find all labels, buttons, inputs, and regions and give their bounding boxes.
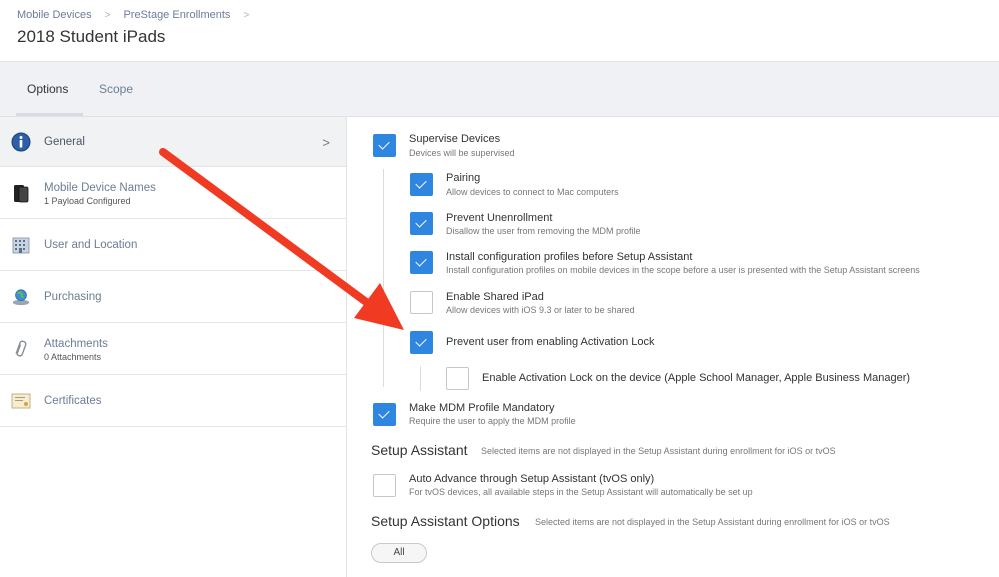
- option-label: Supervise Devices: [409, 133, 501, 145]
- option-label: Pairing: [446, 172, 481, 184]
- option-sublabel: Install configuration profiles on mobile…: [446, 265, 920, 275]
- pairing-checkbox[interactable]: [410, 173, 433, 196]
- sidebar-item-attachments[interactable]: Attachments 0 Attachments: [0, 324, 346, 375]
- tab-options[interactable]: Options: [27, 82, 68, 96]
- setup-assistant-options-description: Selected items are not displayed in the …: [535, 517, 890, 527]
- sidebar-item-sublabel: 0 Attachments: [44, 352, 102, 362]
- chevron-right-icon: >: [322, 135, 330, 150]
- breadcrumb-prestage-enrollments[interactable]: PreStage Enrollments: [123, 9, 230, 21]
- setup-assistant-description: Selected items are not displayed in the …: [481, 446, 836, 456]
- breadcrumb-chevron-icon: >: [104, 9, 111, 21]
- breadcrumb: Mobile Devices > PreStage Enrollments >: [17, 9, 262, 21]
- option-label: Install configuration profiles before Se…: [446, 251, 693, 263]
- options-panel: Supervise Devices Devices will be superv…: [348, 117, 999, 577]
- option-label: Prevent Unenrollment: [446, 212, 553, 224]
- active-tab-indicator: [16, 113, 83, 116]
- sidebar-item-label: Mobile Device Names: [44, 182, 156, 194]
- option-sublabel: Allow devices with iOS 9.3 or later to b…: [446, 305, 635, 315]
- option-sublabel: Allow devices to connect to Mac computer…: [446, 187, 619, 197]
- sidebar-item-label: General: [44, 136, 85, 148]
- supervise-devices-checkbox[interactable]: [373, 134, 396, 157]
- option-sublabel: Disallow the user from removing the MDM …: [446, 226, 641, 236]
- option-label: Enable Shared iPad: [446, 291, 544, 303]
- sidebar: General > Mobile Device Names 1 Payload …: [0, 117, 347, 577]
- tree-connector-line: [420, 366, 421, 391]
- prevent-activation-lock-checkbox[interactable]: [410, 331, 433, 354]
- tab-bar: Options Scope: [0, 62, 999, 117]
- mdm-profile-mandatory-checkbox[interactable]: [373, 403, 396, 426]
- option-sublabel: Require the user to apply the MDM profil…: [409, 416, 576, 426]
- setup-assistant-options-heading: Setup Assistant Options: [371, 513, 520, 529]
- sidebar-item-label: Certificates: [44, 395, 102, 407]
- building-icon: [11, 235, 31, 255]
- option-label: Make MDM Profile Mandatory: [409, 402, 555, 414]
- option-label: Auto Advance through Setup Assistant (tv…: [409, 473, 655, 485]
- page-title: 2018 Student iPads: [17, 27, 166, 46]
- option-sublabel: Devices will be supervised: [409, 148, 515, 158]
- info-icon: [11, 132, 31, 152]
- sidebar-item-purchasing[interactable]: Purchasing: [0, 272, 346, 323]
- sidebar-item-label: Attachments: [44, 338, 108, 350]
- enable-shared-ipad-checkbox[interactable]: [410, 291, 433, 314]
- select-all-button[interactable]: All: [371, 543, 427, 563]
- auto-advance-checkbox[interactable]: [373, 474, 396, 497]
- option-label: Prevent user from enabling Activation Lo…: [446, 336, 655, 348]
- sidebar-item-general[interactable]: General >: [0, 117, 346, 167]
- option-label: Enable Activation Lock on the device (Ap…: [482, 372, 911, 384]
- mobile-device-icon: [11, 184, 31, 204]
- sidebar-item-mobile-device-names[interactable]: Mobile Device Names 1 Payload Configured: [0, 168, 346, 219]
- sidebar-item-label: User and Location: [44, 239, 138, 251]
- prevent-unenrollment-checkbox[interactable]: [410, 212, 433, 235]
- sidebar-item-user-and-location[interactable]: User and Location: [0, 220, 346, 271]
- page-header: Mobile Devices > PreStage Enrollments > …: [0, 0, 999, 62]
- sidebar-item-sublabel: 1 Payload Configured: [44, 196, 131, 206]
- sidebar-item-label: Purchasing: [44, 291, 102, 303]
- breadcrumb-mobile-devices[interactable]: Mobile Devices: [17, 9, 92, 21]
- setup-assistant-heading: Setup Assistant: [371, 442, 468, 458]
- paperclip-icon: [11, 339, 31, 359]
- sidebar-item-certificates[interactable]: Certificates: [0, 376, 346, 427]
- certificate-icon: [11, 391, 31, 411]
- tab-scope[interactable]: Scope: [99, 82, 133, 96]
- globe-icon: [11, 287, 31, 307]
- tree-connector-line: [383, 169, 384, 387]
- option-sublabel: For tvOS devices, all available steps in…: [409, 487, 753, 497]
- install-profiles-before-setup-checkbox[interactable]: [410, 251, 433, 274]
- enable-activation-lock-checkbox[interactable]: [446, 367, 469, 390]
- breadcrumb-chevron-icon: >: [243, 9, 250, 21]
